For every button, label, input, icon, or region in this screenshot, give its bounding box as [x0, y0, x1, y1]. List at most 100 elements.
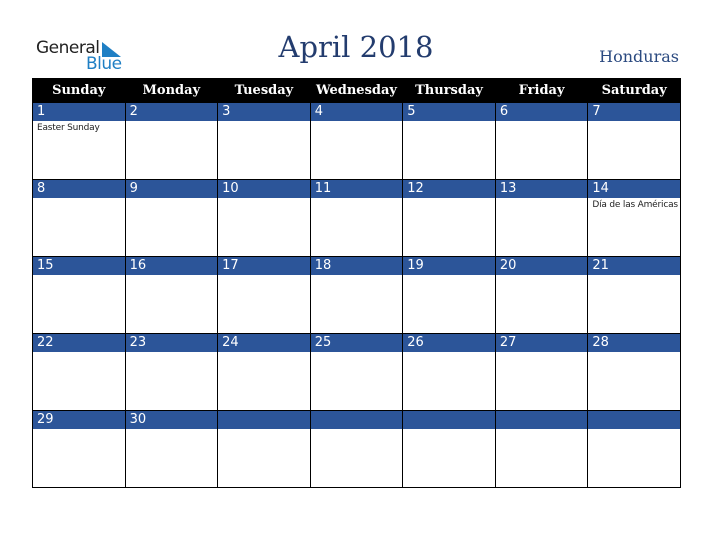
day-cell[interactable] — [402, 410, 496, 488]
day-cell[interactable] — [309, 410, 404, 488]
holiday-label — [403, 429, 495, 431]
day-number — [218, 411, 310, 429]
country-label: Honduras — [599, 47, 679, 66]
day-cell[interactable] — [217, 410, 311, 488]
holiday-label — [218, 429, 310, 431]
holiday-label — [496, 429, 588, 431]
holiday-label — [403, 275, 495, 277]
day-number: 25 — [310, 334, 403, 352]
day-number: 23 — [125, 334, 218, 352]
holiday-label — [33, 198, 125, 200]
holiday-label: Easter Sunday — [37, 123, 100, 133]
weekday-header-monday: Monday — [124, 78, 219, 103]
day-cell[interactable]: 8 — [32, 179, 126, 257]
day-cell[interactable]: 18 — [309, 256, 404, 334]
holiday-label — [496, 198, 588, 200]
day-cell[interactable]: 23 — [124, 333, 219, 411]
holiday-label — [126, 275, 218, 277]
week-row: 1 Easter Sunday 2 3 4 5 6 7 — [32, 102, 681, 180]
day-cell[interactable]: 26 — [402, 333, 496, 411]
day-number: 19 — [403, 257, 495, 275]
holiday-label — [588, 429, 680, 431]
day-number: 7 — [588, 103, 680, 121]
day-cell[interactable]: 16 — [124, 256, 219, 334]
weekday-header-wednesday: Wednesday — [309, 78, 404, 103]
day-cell[interactable]: 6 — [494, 102, 589, 180]
weekday-header-saturday: Saturday — [587, 78, 681, 103]
holiday-label — [403, 198, 495, 200]
day-number: 13 — [495, 180, 588, 198]
holiday-label — [403, 121, 495, 123]
day-number: 12 — [403, 180, 495, 198]
holiday-label — [33, 275, 125, 277]
day-number: 20 — [495, 257, 588, 275]
day-cell[interactable]: 21 — [587, 256, 681, 334]
day-cell[interactable]: 30 — [124, 410, 219, 488]
holiday-label — [218, 275, 310, 277]
day-cell[interactable]: 28 — [587, 333, 681, 411]
weekday-header-friday: Friday — [494, 78, 589, 103]
day-cell[interactable]: 5 — [402, 102, 496, 180]
day-cell[interactable]: 29 — [32, 410, 126, 488]
day-cell[interactable]: 24 — [217, 333, 311, 411]
day-cell[interactable]: 19 — [402, 256, 496, 334]
holiday-label — [126, 198, 218, 200]
weekday-header-sunday: Sunday — [32, 78, 126, 103]
holiday-label — [588, 352, 680, 354]
day-cell[interactable]: 7 — [587, 102, 681, 180]
day-cell[interactable]: 27 — [494, 333, 589, 411]
holiday-label: Día de las Américas — [592, 200, 678, 210]
day-cell[interactable]: 14 Día de las Américas — [587, 179, 681, 257]
calendar-grid: Sunday Monday Tuesday Wednesday Thursday Frid… — [32, 78, 681, 488]
day-number: 10 — [218, 180, 310, 198]
day-cell[interactable]: 15 — [32, 256, 126, 334]
day-cell[interactable]: 20 — [494, 256, 589, 334]
day-number: 1 — [33, 103, 125, 121]
day-cell[interactable]: 3 — [217, 102, 311, 180]
day-number: 9 — [125, 180, 218, 198]
day-number: 8 — [33, 180, 125, 198]
holiday-label — [218, 121, 310, 123]
day-number: 11 — [310, 180, 403, 198]
week-row: 29 30 — [32, 410, 681, 488]
day-cell[interactable]: 22 — [32, 333, 126, 411]
day-number: 28 — [588, 334, 680, 352]
day-cell[interactable]: 10 — [217, 179, 311, 257]
day-number — [588, 411, 680, 429]
day-cell[interactable] — [587, 410, 681, 488]
day-cell[interactable]: 11 — [309, 179, 404, 257]
day-cell[interactable]: 17 — [217, 256, 311, 334]
weekday-header-row: Sunday Monday Tuesday Wednesday Thursday Frid… — [32, 78, 681, 103]
day-cell[interactable]: 1 Easter Sunday — [32, 102, 126, 180]
day-number: 4 — [310, 103, 403, 121]
weekday-header-thursday: Thursday — [402, 78, 496, 103]
day-cell[interactable] — [494, 410, 589, 488]
holiday-label — [311, 121, 403, 123]
day-number: 6 — [495, 103, 588, 121]
holiday-label — [311, 198, 403, 200]
weekday-header-tuesday: Tuesday — [217, 78, 311, 103]
day-number: 2 — [125, 103, 218, 121]
holiday-label — [33, 352, 125, 354]
day-number: 17 — [218, 257, 310, 275]
day-cell[interactable]: 9 — [124, 179, 219, 257]
day-cell[interactable]: 4 — [309, 102, 404, 180]
day-cell[interactable]: 2 — [124, 102, 219, 180]
day-number: 24 — [218, 334, 310, 352]
holiday-label — [496, 352, 588, 354]
holiday-label — [403, 352, 495, 354]
holiday-label — [311, 429, 403, 431]
day-number: 14 — [588, 180, 680, 198]
day-cell[interactable]: 25 — [309, 333, 404, 411]
holiday-label — [311, 275, 403, 277]
holiday-label — [588, 121, 680, 123]
day-cell[interactable]: 13 — [494, 179, 589, 257]
holiday-label — [33, 429, 125, 431]
day-number — [310, 411, 403, 429]
day-cell[interactable]: 12 — [402, 179, 496, 257]
day-number: 15 — [33, 257, 125, 275]
week-row: 8 9 10 11 12 13 14 Día de las Américas — [32, 179, 681, 257]
holiday-label — [126, 429, 218, 431]
day-number: 30 — [125, 411, 218, 429]
week-row: 22 23 24 25 26 27 28 — [32, 333, 681, 411]
